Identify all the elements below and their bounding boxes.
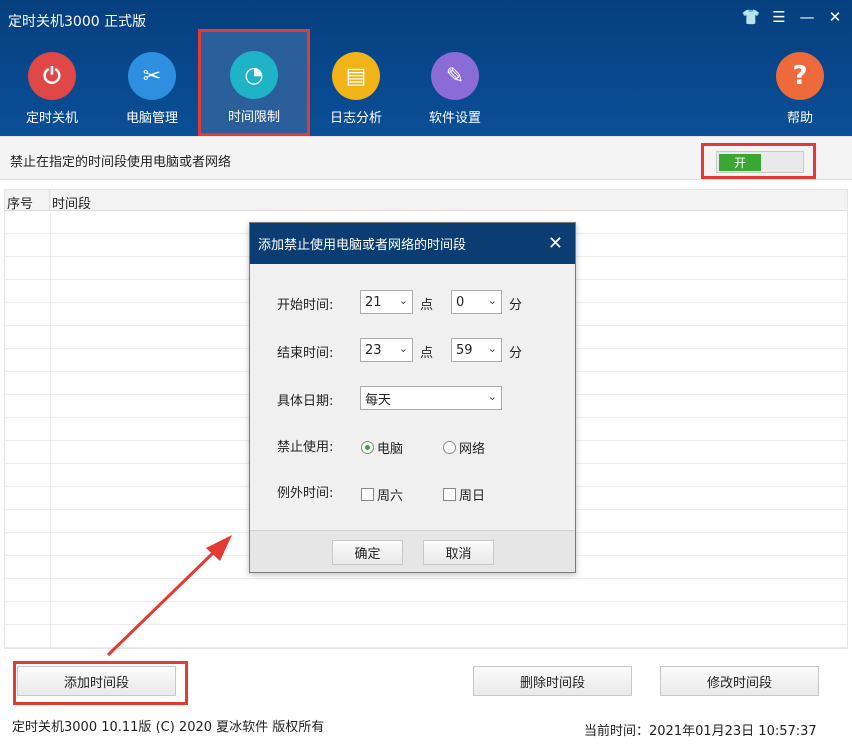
arrow-line [106,550,216,657]
date-select[interactable]: 每天 ⌄ [360,386,502,410]
date-value: 每天 [365,392,392,408]
start-minute-value: 0 [456,294,465,310]
dialog-title: 添加禁止使用电脑或者网络的时间段 [258,238,467,253]
add-period-dialog: 添加禁止使用电脑或者网络的时间段 ✕ 开始时间: 21 ⌄ 点 0 ⌄ 分 结束时间… [249,222,576,573]
end-hour-value: 23 [365,342,382,358]
dialog-close-icon[interactable]: ✕ [548,233,563,254]
end-minute-value: 59 [456,342,473,358]
radio-unchecked [443,441,456,454]
except-label: 例外时间: [277,486,334,501]
dialog-body: 开始时间: 21 ⌄ 点 0 ⌄ 分 结束时间: 23 ⌄ 点 59 ⌄ 分 具体日期:… [250,264,575,531]
end-time-label: 结束时间: [277,346,334,361]
chevron-down-icon: ⌄ [487,342,497,355]
dialog-footer: 确定 取消 [250,530,575,572]
checkbox-label: 周六 [377,489,404,504]
start-minute-select[interactable]: 0 ⌄ [451,290,502,314]
end-minute-select[interactable]: 59 ⌄ [451,338,502,362]
ok-button[interactable]: 确定 [332,540,403,565]
checkbox [443,488,456,501]
minute-unit: 分 [509,298,523,313]
minute-unit: 分 [509,346,523,361]
checkbox-label: 周日 [459,489,486,504]
start-time-label: 开始时间: [277,298,334,313]
radio-checked [361,441,374,454]
forbid-pc-radio[interactable]: 电脑 [361,438,403,457]
chevron-down-icon: ⌄ [398,294,408,307]
chevron-down-icon: ⌄ [487,390,497,403]
forbid-label: 禁止使用: [277,440,334,455]
checkbox [361,488,374,501]
sunday-checkbox[interactable]: 周日 [443,485,485,504]
start-hour-select[interactable]: 21 ⌄ [360,290,413,314]
chevron-down-icon: ⌄ [487,294,497,307]
saturday-checkbox[interactable]: 周六 [361,485,403,504]
dialog-titlebar: 添加禁止使用电脑或者网络的时间段 ✕ [250,223,575,264]
chevron-down-icon: ⌄ [398,342,408,355]
cancel-button[interactable]: 取消 [423,540,494,565]
radio-label: 电脑 [377,442,404,457]
radio-label: 网络 [459,442,486,457]
end-hour-select[interactable]: 23 ⌄ [360,338,413,362]
forbid-network-radio[interactable]: 网络 [443,438,485,457]
date-label: 具体日期: [277,394,334,409]
start-hour-value: 21 [365,294,382,310]
hour-unit: 点 [420,298,434,313]
hour-unit: 点 [420,346,434,361]
